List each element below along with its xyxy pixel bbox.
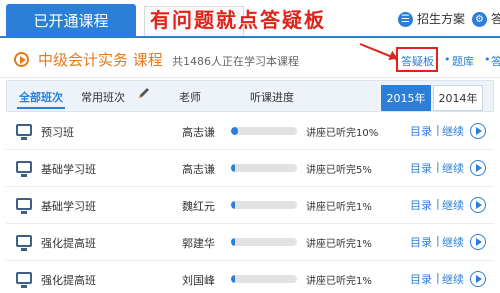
teacher-name: 魏红元 [182,200,215,213]
progress-text: 讲座已听完10% [306,128,379,139]
question-bank-link[interactable]: 题库 [452,53,474,69]
teacher-name: 刘国峰 [182,274,215,287]
qa-highlight-box [396,47,438,72]
progress-text: 讲座已听完1% [306,276,372,287]
link-dot: • [484,53,491,66]
gear-icon: ⚙ [472,12,487,27]
col-progress: 听课进度 [250,91,294,104]
progress-bar [231,201,297,209]
enroll-plan-label: 招生方案 [417,12,466,26]
extra-label: 答 [491,12,500,26]
progress-text: 讲座已听完5% [306,165,372,176]
annotation-overlay-text: 有问题就点答疑板 [150,8,326,32]
table-header: 全部班次 常用班次 老师 听课进度 2015年 2014年 [6,80,494,112]
progress-bar [231,164,297,172]
progress-fill [231,127,238,135]
monitor-icon [16,198,32,214]
play-circle-icon [14,52,29,67]
more-link[interactable]: 答 [491,53,500,69]
year-tab-2014[interactable]: 2014年 [433,85,483,111]
play-button-icon[interactable] [470,160,486,176]
tab-all-classes[interactable]: 全部班次 [17,87,65,109]
progress-fill [231,164,235,172]
teacher-name: 高志谦 [182,126,215,139]
link-separator: | [436,234,440,247]
link-separator: | [436,123,440,136]
class-name[interactable]: 基础学习班 [41,161,96,177]
play-button-icon[interactable] [470,271,486,287]
catalog-link[interactable]: 目录 [410,234,432,250]
table-row: 强化提高班 郭建华 讲座已听完1% 目录 | 继续 [6,224,494,261]
continue-link[interactable]: 继续 [442,197,464,213]
monitor-icon [16,124,32,140]
top-tab-bar: 已开通课程 有问题就点答疑板 ☰ 招生方案 ⚙ 答 [0,0,500,38]
catalog-link[interactable]: 目录 [410,160,432,176]
class-name[interactable]: 强化提高班 [41,272,96,288]
play-button-icon[interactable] [470,123,486,139]
catalog-link[interactable]: 目录 [410,271,432,287]
monitor-icon [16,235,32,251]
progress-bar [231,275,297,283]
year-tab-2015[interactable]: 2015年 [381,85,431,111]
catalog-link[interactable]: 目录 [410,123,432,139]
pencil-icon[interactable] [137,86,151,100]
progress-text: 讲座已听完1% [306,239,372,250]
link-separator: | [436,160,440,173]
course-title: 中级会计实务 课程 [38,51,163,69]
table-row: 基础学习班 高志谦 讲座已听完5% 目录 | 继续 [6,150,494,187]
tab-common-classes[interactable]: 常用班次 [81,89,125,105]
link-separator: | [436,197,440,210]
plan-icon: ☰ [398,12,413,27]
tab-opened-courses[interactable]: 已开通课程 [6,4,136,38]
class-name[interactable]: 基础学习班 [41,198,96,214]
extra-link[interactable]: ⚙ 答 [472,10,500,27]
continue-link[interactable]: 继续 [442,160,464,176]
play-button-icon[interactable] [470,197,486,213]
class-name[interactable]: 强化提高班 [41,235,96,251]
progress-bar [231,238,297,246]
continue-link[interactable]: 继续 [442,234,464,250]
monitor-icon [16,161,32,177]
learner-count: 共1486人正在学习本课程 [172,55,299,68]
play-button-icon[interactable] [470,234,486,250]
progress-fill [231,201,235,209]
enroll-plan-link[interactable]: ☰ 招生方案 [398,10,465,27]
table-row: 基础学习班 魏红元 讲座已听完1% 目录 | 继续 [6,187,494,224]
teacher-name: 高志谦 [182,163,215,176]
table-row: 预习班 高志谦 讲座已听完10% 目录 | 继续 [6,113,494,150]
table-row: 强化提高班 刘国峰 讲座已听完1% 目录 | 继续 [6,261,494,293]
progress-fill [231,238,235,246]
progress-bar [231,127,297,135]
continue-link[interactable]: 继续 [442,271,464,287]
teacher-name: 郭建华 [182,237,215,250]
class-name[interactable]: 预习班 [41,124,74,140]
monitor-icon [16,272,32,288]
catalog-link[interactable]: 目录 [410,197,432,213]
continue-link[interactable]: 继续 [442,123,464,139]
link-dot: • [444,53,451,66]
progress-fill [231,275,235,283]
link-separator: | [436,271,440,284]
progress-text: 讲座已听完1% [306,202,372,213]
col-teacher: 老师 [179,91,201,104]
